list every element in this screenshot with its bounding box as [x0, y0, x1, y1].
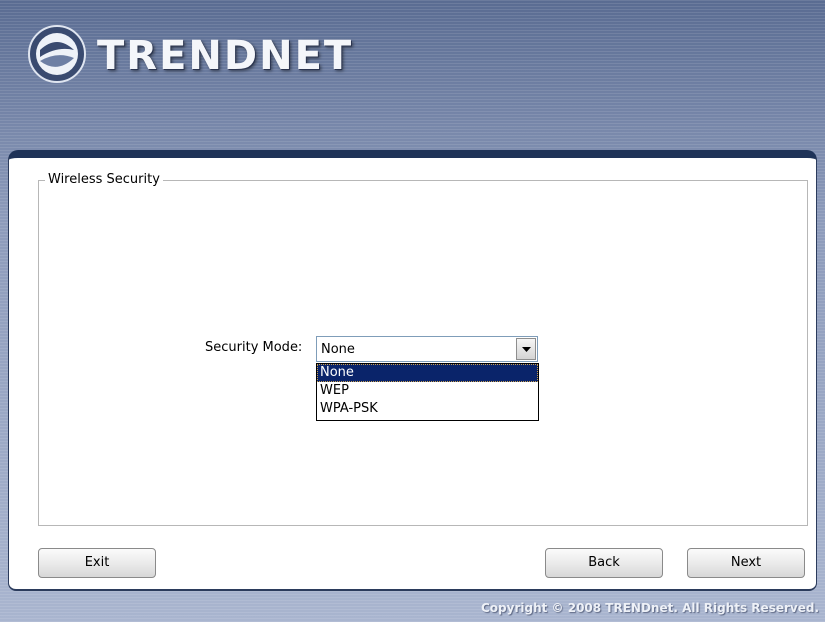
chevron-down-icon[interactable] — [516, 338, 536, 360]
security-mode-value: None — [321, 342, 355, 357]
next-button[interactable]: Next — [687, 548, 805, 578]
exit-button[interactable]: Exit — [38, 548, 156, 578]
brand-name: TRENDNET — [97, 33, 354, 79]
option-wep[interactable]: WEP — [317, 382, 538, 400]
security-mode-select[interactable]: None — [316, 336, 538, 362]
option-wpa-psk[interactable]: WPA-PSK — [317, 400, 538, 418]
security-mode-label: Security Mode: — [205, 340, 303, 355]
back-button[interactable]: Back — [545, 548, 663, 578]
trendnet-globe-icon — [27, 24, 87, 88]
trendnet-logo: TRENDNET — [27, 24, 353, 88]
option-none[interactable]: None — [317, 364, 538, 382]
group-title: Wireless Security — [45, 172, 163, 187]
header-banner: TRENDNET — [0, 0, 825, 150]
security-mode-dropdown-list: None WEP WPA-PSK — [316, 363, 539, 421]
copyright-text: Copyright © 2008 TRENDnet. All Rights Re… — [481, 601, 819, 615]
